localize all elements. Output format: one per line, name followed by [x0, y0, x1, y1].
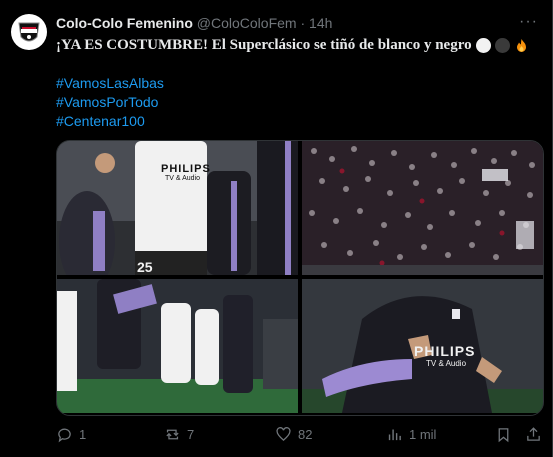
- fire-icon: [516, 38, 526, 52]
- white-circle-icon: [475, 38, 491, 53]
- view-count: 1 mil: [409, 427, 437, 442]
- celebration-image: [57, 141, 298, 275]
- hashtag-link[interactable]: #VamosPorTodo: [56, 93, 536, 112]
- tweet-header: Colo-Colo Femenino @ColoColoFem · 14h: [56, 14, 332, 32]
- jersey-sponsor-text: PHILIPS: [161, 163, 211, 175]
- action-bar: 1 7 82 1 mil: [56, 426, 542, 446]
- media-grid: PHILIPS TV & Audio 25 PHILIPS TV & Audio: [56, 140, 544, 416]
- share-button[interactable]: [525, 426, 542, 443]
- like-button[interactable]: 82: [275, 426, 312, 443]
- reply-button[interactable]: 1: [56, 426, 86, 443]
- photo-celebration[interactable]: PHILIPS TV & Audio 25: [57, 141, 298, 275]
- crowd-image: [302, 141, 543, 275]
- repost-button[interactable]: 7: [164, 426, 194, 443]
- black-circle-icon: [494, 38, 510, 53]
- reply-count: 1: [79, 427, 87, 442]
- tweet-card[interactable]: Colo-Colo Femenino @ColoColoFem · 14h ··…: [0, 0, 553, 457]
- analytics-icon: [388, 429, 401, 441]
- avatar[interactable]: [11, 14, 47, 50]
- photo-player[interactable]: PHILIPS TV & Audio: [302, 279, 543, 413]
- team-image: [57, 279, 298, 413]
- headline-text: ¡YA ES COSTUMBRE! El Superclásico se tiñ…: [56, 37, 472, 53]
- reply-icon: [58, 428, 71, 443]
- heart-icon: [276, 427, 291, 442]
- tweet-headline: ¡YA ES COSTUMBRE! El Superclásico se tiñ…: [56, 36, 536, 55]
- timestamp[interactable]: 14h: [309, 15, 332, 31]
- club-crest-icon: [18, 22, 40, 42]
- jersey-number: 25: [137, 259, 153, 275]
- bookmark-icon: [498, 428, 509, 443]
- jersey-sponsor-subtext: TV & Audio: [165, 175, 201, 182]
- jersey-sponsor-text: PHILIPS: [414, 343, 476, 359]
- display-name[interactable]: Colo-Colo Femenino: [56, 15, 193, 31]
- hashtag-link[interactable]: #VamosLasAlbas: [56, 74, 536, 93]
- like-count: 82: [298, 427, 313, 442]
- bookmark-button[interactable]: [495, 426, 512, 443]
- tweet-text: ¡YA ES COSTUMBRE! El Superclásico se tiñ…: [56, 36, 536, 131]
- repost-count: 7: [187, 427, 195, 442]
- jersey-sponsor-subtext: TV & Audio: [426, 359, 467, 368]
- user-handle[interactable]: @ColoColoFem: [197, 15, 297, 31]
- photo-team[interactable]: [57, 279, 298, 413]
- hashtag-list: #VamosLasAlbas #VamosPorTodo #Centenar10…: [56, 74, 536, 131]
- photo-crowd[interactable]: [302, 141, 543, 275]
- hashtag-link[interactable]: #Centenar100: [56, 112, 536, 131]
- repost-icon: [166, 429, 179, 440]
- separator-dot: ·: [300, 15, 306, 31]
- views-button[interactable]: 1 mil: [386, 426, 436, 443]
- more-options-icon[interactable]: ···: [519, 13, 538, 31]
- share-icon: [527, 427, 540, 441]
